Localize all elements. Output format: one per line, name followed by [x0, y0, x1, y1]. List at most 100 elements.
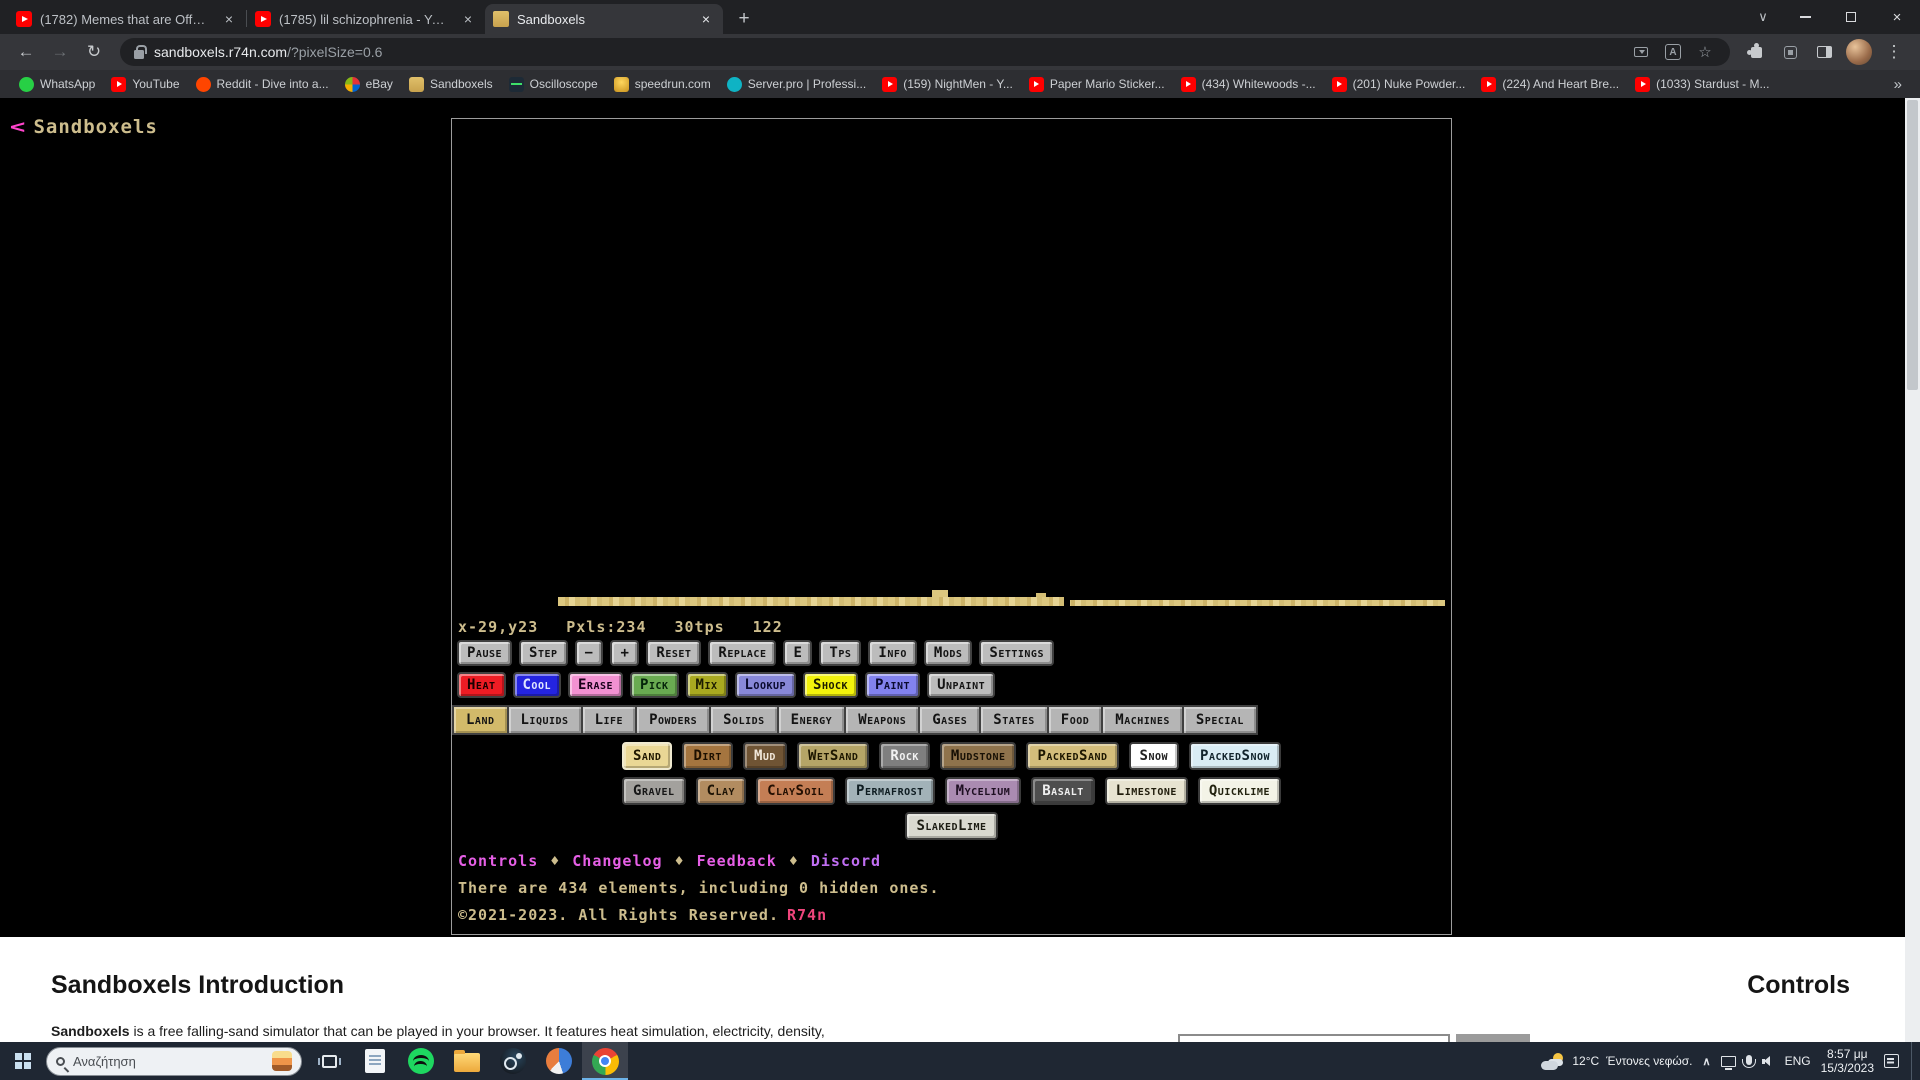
- paint-mode-button[interactable]: Paint: [865, 672, 920, 698]
- tab-food[interactable]: Food: [1049, 705, 1104, 735]
- erase-mode-button[interactable]: Erase: [568, 672, 623, 698]
- pick-mode-button[interactable]: Pick: [630, 672, 679, 698]
- element-gravel[interactable]: Gravel: [622, 777, 686, 805]
- address-bar[interactable]: sandboxels.r74n.com/?pixelSize=0.6 A ☆: [120, 38, 1730, 66]
- bookmark-speedrun[interactable]: speedrun.com: [607, 74, 718, 95]
- bookmark-video[interactable]: (434) Whitewoods -...: [1174, 74, 1323, 95]
- cool-mode-button[interactable]: Cool: [513, 672, 562, 698]
- close-window-button[interactable]: ×: [1874, 0, 1920, 34]
- hidden-icons-chevron[interactable]: ∧: [1703, 1055, 1711, 1068]
- forward-icon[interactable]: →: [44, 37, 76, 67]
- extension-pin-icon[interactable]: [1774, 37, 1806, 67]
- r74n-brand-link[interactable]: R74n: [787, 906, 827, 924]
- tab-life[interactable]: Life: [583, 705, 638, 735]
- element-claysoil[interactable]: ClaySoil: [756, 777, 835, 805]
- e-button[interactable]: E: [783, 640, 812, 666]
- element-quicklime[interactable]: Quicklime: [1198, 777, 1281, 805]
- menu-kebab-icon[interactable]: ⋮: [1878, 37, 1910, 67]
- tab-liquids[interactable]: Liquids: [509, 705, 583, 735]
- back-icon[interactable]: ←: [10, 37, 42, 67]
- element-wetsand[interactable]: WetSand: [797, 742, 869, 770]
- bookmark-video[interactable]: (159) NightMen - Y...: [875, 74, 1020, 95]
- bookmarks-overflow-icon[interactable]: »: [1888, 76, 1908, 93]
- notepad-app-button[interactable]: [352, 1042, 398, 1080]
- close-tab-icon[interactable]: ×: [459, 10, 477, 28]
- bookmark-whatsapp[interactable]: WhatsApp: [12, 74, 102, 95]
- bookmark-video[interactable]: (224) And Heart Bre...: [1474, 74, 1626, 95]
- tab-gases[interactable]: Gases: [920, 705, 981, 735]
- element-packedsnow[interactable]: PackedSnow: [1189, 742, 1281, 770]
- chrome-app-button[interactable]: [582, 1042, 628, 1080]
- reset-button[interactable]: Reset: [646, 640, 701, 666]
- shock-mode-button[interactable]: Shock: [803, 672, 858, 698]
- steam-app-button[interactable]: [490, 1042, 536, 1080]
- info-button[interactable]: Info: [868, 640, 917, 666]
- bookmark-video[interactable]: (201) Nuke Powder...: [1325, 74, 1473, 95]
- bookmark-star-icon[interactable]: ☆: [1694, 43, 1716, 61]
- bookmark-video[interactable]: Paper Mario Sticker...: [1022, 74, 1172, 95]
- tab-search-icon[interactable]: ∨: [1744, 9, 1782, 25]
- close-tab-icon[interactable]: ×: [697, 10, 715, 28]
- tab-special[interactable]: Special: [1184, 705, 1258, 735]
- element-clay[interactable]: Clay: [696, 777, 747, 805]
- weather-widget[interactable]: 12°C Έντονες νεφώσ.: [1541, 1053, 1692, 1070]
- tab-weapons[interactable]: Weapons: [846, 705, 920, 735]
- page-scrollbar[interactable]: [1905, 98, 1920, 1042]
- scrollbar-thumb[interactable]: [1907, 100, 1918, 390]
- step-button[interactable]: Step: [519, 640, 568, 666]
- show-desktop-button[interactable]: [1911, 1042, 1916, 1080]
- element-rock[interactable]: Rock: [879, 742, 930, 770]
- game-canvas[interactable]: [452, 119, 1451, 616]
- mods-button[interactable]: Mods: [924, 640, 973, 666]
- bookmark-video[interactable]: (1033) Stardust - M...: [1628, 74, 1776, 95]
- replace-button[interactable]: Replace: [708, 640, 776, 666]
- maximize-button[interactable]: [1828, 0, 1874, 34]
- feedback-link[interactable]: Feedback: [697, 852, 777, 870]
- heat-mode-button[interactable]: Heat: [457, 672, 506, 698]
- spotify-app-button[interactable]: [398, 1042, 444, 1080]
- profile-avatar[interactable]: [1846, 39, 1872, 65]
- element-basalt[interactable]: Basalt: [1031, 777, 1095, 805]
- install-app-icon[interactable]: [1630, 47, 1652, 57]
- volume-icon[interactable]: [1762, 1055, 1775, 1068]
- start-button[interactable]: [0, 1042, 46, 1080]
- bookmark-youtube[interactable]: YouTube: [104, 74, 186, 95]
- file-explorer-button[interactable]: [444, 1042, 490, 1080]
- language-indicator[interactable]: ENG: [1785, 1054, 1811, 1068]
- discord-link[interactable]: Discord: [811, 852, 881, 870]
- taskbar-clock[interactable]: 8:57 μμ 15/3/2023: [1821, 1047, 1874, 1075]
- task-view-button[interactable]: [306, 1042, 352, 1080]
- pause-button[interactable]: Pause: [457, 640, 512, 666]
- element-packedsand[interactable]: PackedSand: [1026, 742, 1118, 770]
- tab-solids[interactable]: Solids: [711, 705, 779, 735]
- element-limestone[interactable]: Limestone: [1105, 777, 1188, 805]
- side-panel-icon[interactable]: [1808, 37, 1840, 67]
- site-title-link[interactable]: < Sandboxels: [12, 116, 158, 138]
- bookmark-ebay[interactable]: eBay: [338, 74, 400, 95]
- back-link-icon[interactable]: <: [10, 116, 27, 138]
- tab-energy[interactable]: Energy: [779, 705, 847, 735]
- element-dirt[interactable]: Dirt: [682, 742, 733, 770]
- element-snow[interactable]: Snow: [1129, 742, 1180, 770]
- element-permafrost[interactable]: Permafrost: [845, 777, 935, 805]
- display-icon[interactable]: [1721, 1056, 1736, 1067]
- tab-land[interactable]: Land: [452, 705, 509, 735]
- lookup-mode-button[interactable]: Lookup: [735, 672, 797, 698]
- minimize-button[interactable]: [1782, 0, 1828, 34]
- bookmark-serverpro[interactable]: Server.pro | Professi...: [720, 74, 874, 95]
- taskbar-search-input[interactable]: Αναζήτηση: [46, 1047, 302, 1076]
- browser-tab-sandboxels[interactable]: Sandboxels ×: [485, 4, 723, 34]
- translate-icon[interactable]: A: [1662, 44, 1684, 60]
- close-tab-icon[interactable]: ×: [220, 10, 238, 28]
- element-slakedlime[interactable]: SlakedLime: [905, 812, 997, 840]
- tps-button[interactable]: Tps: [819, 640, 861, 666]
- colorful-app-button[interactable]: [536, 1042, 582, 1080]
- element-sand[interactable]: Sand: [622, 742, 673, 770]
- tab-states[interactable]: States: [981, 705, 1049, 735]
- mix-mode-button[interactable]: Mix: [686, 672, 728, 698]
- reload-icon[interactable]: ↻: [78, 37, 110, 67]
- size-minus-button[interactable]: −: [575, 640, 604, 666]
- element-mudstone[interactable]: Mudstone: [940, 742, 1017, 770]
- element-mud[interactable]: Mud: [743, 742, 787, 770]
- controls-link[interactable]: Controls: [458, 852, 538, 870]
